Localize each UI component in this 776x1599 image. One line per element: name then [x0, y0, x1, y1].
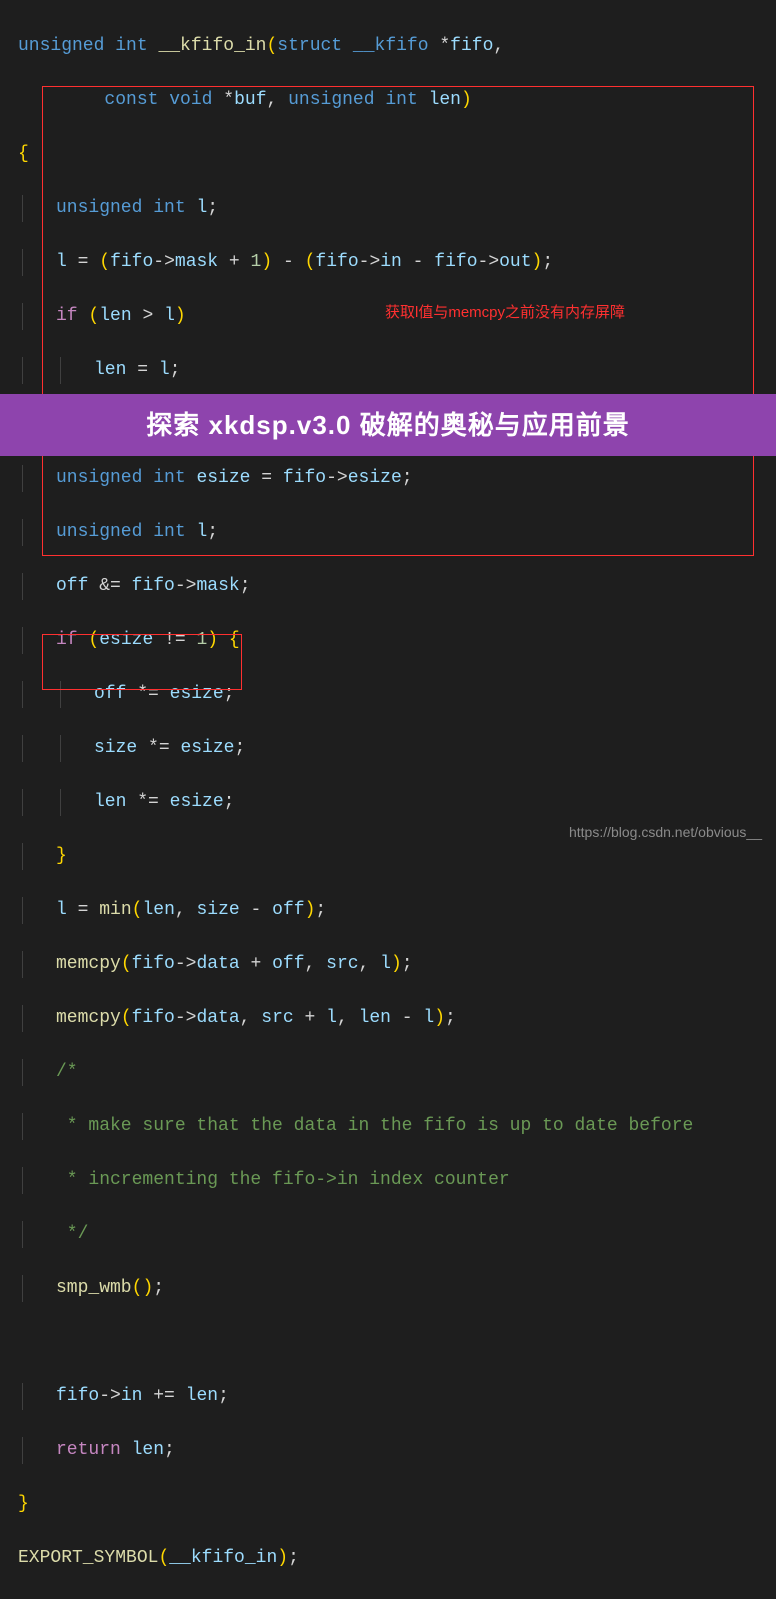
annotation-text: 获取l值与memcpy之前没有内存屏障	[385, 302, 625, 325]
code-line: {	[18, 141, 776, 168]
code-block: unsigned int __kfifo_in(struct __kfifo *…	[0, 0, 776, 1599]
code-line: * make sure that the data in the fifo is…	[18, 1113, 776, 1140]
code-line: */	[18, 1221, 776, 1248]
code-line: smp_wmb();	[18, 1275, 776, 1302]
code-line: return len;	[18, 1437, 776, 1464]
code-line: size *= esize;	[18, 735, 776, 762]
code-line	[18, 1329, 776, 1356]
code-line: unsigned int __kfifo_in(struct __kfifo *…	[18, 33, 776, 60]
code-line: }	[18, 843, 776, 870]
code-line: unsigned int esize = fifo->esize;	[18, 465, 776, 492]
code-line: if (esize != 1) {	[18, 627, 776, 654]
code-line: /*	[18, 1059, 776, 1086]
code-line: * incrementing the fifo->in index counte…	[18, 1167, 776, 1194]
code-line: len = l;	[18, 357, 776, 384]
overlay-banner: 探索 xkdsp.v3.0 破解的奥秘与应用前景	[0, 394, 776, 456]
code-line: off &= fifo->mask;	[18, 573, 776, 600]
code-line: const void *buf, unsigned int len)	[18, 87, 776, 114]
code-line: memcpy(fifo->data, src + l, len - l);	[18, 1005, 776, 1032]
code-line: EXPORT_SYMBOL(__kfifo_in);	[18, 1545, 776, 1572]
code-line: unsigned int l;	[18, 195, 776, 222]
code-line: l = min(len, size - off);	[18, 897, 776, 924]
code-line: memcpy(fifo->data + off, src, l);	[18, 951, 776, 978]
watermark: https://blog.csdn.net/obvious__	[569, 822, 762, 843]
code-line: l = (fifo->mask + 1) - (fifo->in - fifo-…	[18, 249, 776, 276]
code-line: }	[18, 1491, 776, 1518]
code-line: off *= esize;	[18, 681, 776, 708]
code-line: unsigned int l;	[18, 519, 776, 546]
code-line: len *= esize;	[18, 789, 776, 816]
code-line: fifo->in += len;	[18, 1383, 776, 1410]
